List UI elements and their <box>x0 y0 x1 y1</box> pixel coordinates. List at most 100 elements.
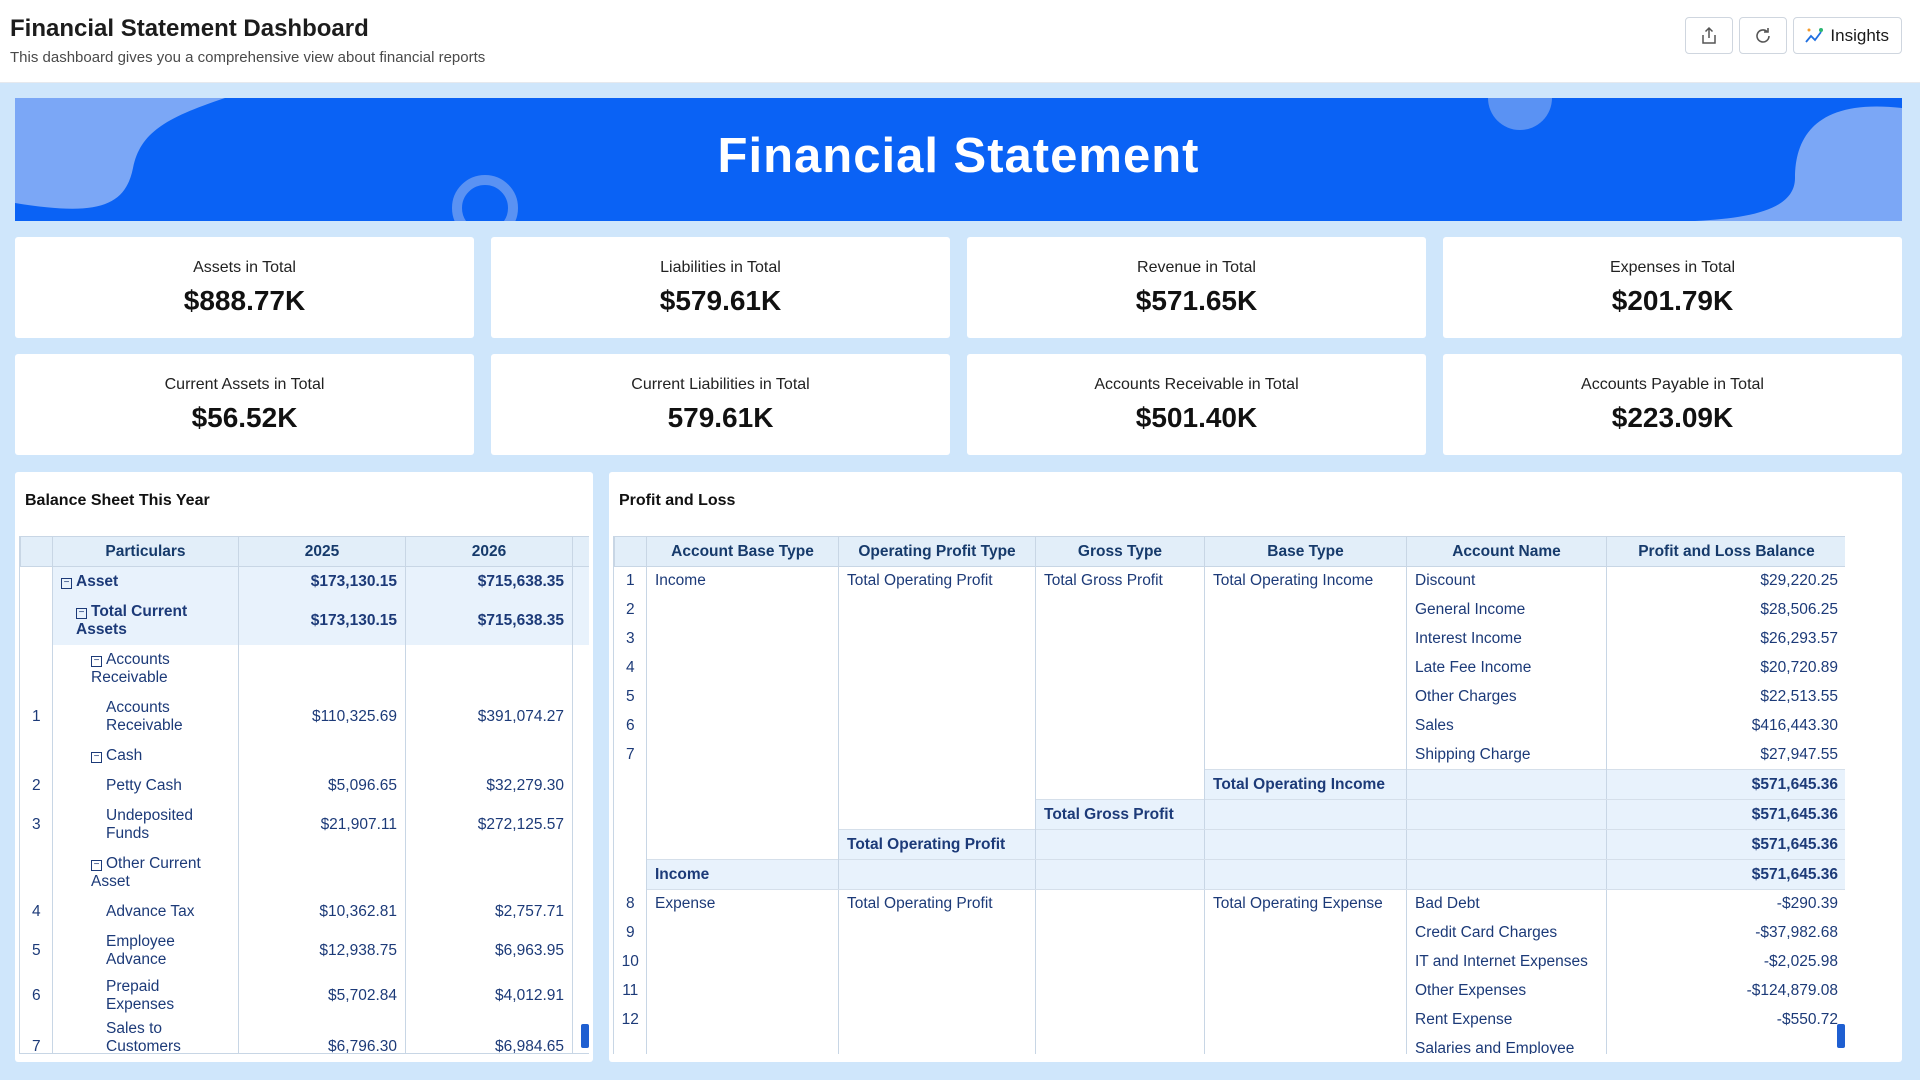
table-group-row[interactable]: − Asset $173,130.15 $715,638.35 <box>20 566 589 597</box>
scroll-handle[interactable] <box>581 1024 589 1048</box>
column-header-rownum <box>20 536 53 567</box>
table-row[interactable]: 7 Sales to Customers (Cash) $6,796.30$6,98… <box>20 1016 589 1053</box>
pl-cell <box>1204 624 1407 654</box>
column-header[interactable]: 2026 <box>405 536 573 567</box>
table-row[interactable]: 2 General Income $28,506.25 <box>614 595 1845 625</box>
pl-cell <box>646 769 839 800</box>
table-row[interactable]: 7 Shipping Charge $27,947.55 <box>614 740 1845 770</box>
table-row[interactable]: 6 Sales $416,443.30 <box>614 711 1845 741</box>
table-subtotal-row[interactable]: Total Gross Profit $571,645.36 <box>614 799 1845 830</box>
pl-cell: Shipping Charge <box>1406 740 1607 770</box>
value-cell: $272,125.57 <box>405 800 573 849</box>
kpi-value: 579.61K <box>667 402 774 433</box>
pl-cell <box>1204 976 1407 1006</box>
collapse-toggle-icon[interactable]: − <box>76 607 87 619</box>
pl-cell <box>1204 799 1407 830</box>
row-number <box>614 829 647 860</box>
kpi-expenses[interactable]: Expenses in Total $201.79K <box>1443 237 1902 338</box>
row-number: 2 <box>20 770 53 801</box>
table-row[interactable]: − Cash <box>20 740 589 771</box>
column-header[interactable]: Base Type <box>1204 536 1407 567</box>
table-row[interactable]: Salaries and Employee <box>614 1034 1845 1054</box>
kpi-accounts-receivable[interactable]: Accounts Receivable in Total $501.40K <box>967 354 1426 455</box>
column-header[interactable]: Particulars <box>52 536 239 567</box>
spacer-cell <box>572 770 589 801</box>
collapse-toggle-icon[interactable]: − <box>91 859 102 871</box>
pl-cell <box>1204 918 1407 948</box>
profit-loss-table-wrap[interactable]: Account Base Type Operating Profit Type … <box>613 536 1845 1054</box>
kpi-accounts-payable[interactable]: Accounts Payable in Total $223.09K <box>1443 354 1902 455</box>
kpi-current-liabilities[interactable]: Current Liabilities in Total 579.61K <box>491 354 950 455</box>
table-row[interactable]: 5 Employee Advance $12,938.75 $6,963.95 <box>20 926 589 975</box>
insights-button[interactable]: Insights <box>1793 17 1902 54</box>
table-row[interactable]: 9 Credit Card Charges -$37,982.68 <box>614 918 1845 948</box>
scroll-handle[interactable] <box>1837 1024 1845 1048</box>
column-header[interactable]: 2025 <box>238 536 406 567</box>
table-subtotal-row[interactable]: Income $571,645.36 <box>614 859 1845 890</box>
kpi-current-assets[interactable]: Current Assets in Total $56.52K <box>15 354 474 455</box>
pl-cell <box>1406 859 1607 890</box>
table-row[interactable]: 3 Interest Income $26,293.57 <box>614 624 1845 654</box>
column-header[interactable]: Profit and Loss Balance <box>1606 536 1845 567</box>
kpi-value: $501.40K <box>1135 402 1258 433</box>
table-row[interactable]: − Other Current Asset <box>20 848 589 897</box>
balance-sheet-table-wrap[interactable]: Particulars 2025 2026 − Asset $173,130.15 $… <box>19 536 589 1054</box>
row-number <box>20 596 53 645</box>
kpi-liabilities[interactable]: Liabilities in Total $579.61K <box>491 237 950 338</box>
particulars-cell: Sales to Customers (Cash) <box>52 1016 239 1053</box>
balance-cell: -$2,025.98 <box>1606 947 1845 977</box>
row-number <box>614 799 647 830</box>
table-row[interactable]: 8 Expense Total Operating Profit Total Oper… <box>614 889 1845 919</box>
row-number: 1 <box>20 692 53 741</box>
table-row[interactable]: 6 Prepaid Expenses $5,702.84 $4,012.91 <box>20 974 589 1017</box>
table-row[interactable]: − Accounts Receivable <box>20 644 589 693</box>
table-row[interactable]: 10 IT and Internet Expenses -$2,025.98 <box>614 947 1845 977</box>
table-row[interactable]: 4 Advance Tax $10,362.81 $2,757.71 <box>20 896 589 927</box>
pl-cell <box>838 1005 1036 1035</box>
row-number: 6 <box>20 974 53 1017</box>
kpi-revenue[interactable]: Revenue in Total $571.65K <box>967 237 1426 338</box>
pl-cell <box>1035 829 1205 860</box>
table-row[interactable]: 2 Petty Cash $5,096.65 $32,279.30 <box>20 770 589 801</box>
pl-cell <box>1406 799 1607 830</box>
refresh-button[interactable] <box>1739 17 1788 54</box>
share-button[interactable] <box>1685 17 1734 54</box>
column-header[interactable]: Operating Profit Type <box>838 536 1036 567</box>
table-row[interactable]: 11 Other Expenses -$124,879.08 <box>614 976 1845 1006</box>
pl-cell <box>646 1005 839 1035</box>
table-row[interactable]: 5 Other Charges $22,513.55 <box>614 682 1845 712</box>
kpi-label: Current Assets in Total <box>164 376 325 393</box>
pl-cell <box>1035 740 1205 770</box>
value-cell: $5,096.65 <box>238 770 406 801</box>
kpi-label: Current Liabilities in Total <box>631 376 810 393</box>
table-subtotal-row[interactable]: Total Operating Income $571,645.36 <box>614 769 1845 800</box>
table-row[interactable]: 4 Late Fee Income $20,720.89 <box>614 653 1845 683</box>
table-row[interactable]: 12 Rent Expense -$550.72 <box>614 1005 1845 1035</box>
column-header[interactable]: Account Name <box>1406 536 1607 567</box>
kpi-value: $888.77K <box>183 285 306 316</box>
value-cell <box>405 740 573 771</box>
row-number: 6 <box>614 711 647 741</box>
table-group-row[interactable]: − Total Current Assets $173,130.15 $715,638… <box>20 596 589 645</box>
table-row[interactable]: 3 Undeposited Funds $21,907.11 $272,125.57 <box>20 800 589 849</box>
collapse-toggle-icon[interactable]: − <box>91 751 102 763</box>
kpi-value: $56.52K <box>191 402 298 433</box>
column-header[interactable]: Gross Type <box>1035 536 1205 567</box>
kpi-assets[interactable]: Assets in Total $888.77K <box>15 237 474 338</box>
column-header-rownum <box>614 536 647 567</box>
pl-cell <box>838 595 1036 625</box>
value-cell <box>405 644 573 693</box>
kpi-label: Accounts Payable in Total <box>1581 376 1764 393</box>
spacer-cell <box>572 800 589 849</box>
column-header[interactable]: Account Base Type <box>646 536 839 567</box>
balance-cell: -$290.39 <box>1606 889 1845 919</box>
collapse-toggle-icon[interactable]: − <box>61 577 72 589</box>
pl-cell <box>838 740 1036 770</box>
table-subtotal-row[interactable]: Total Operating Profit $571,645.36 <box>614 829 1845 860</box>
table-row[interactable]: 1 Income Total Operating Profit Total Gross… <box>614 566 1845 596</box>
collapse-toggle-icon[interactable]: − <box>91 655 102 667</box>
row-number: 10 <box>614 947 647 977</box>
table-row[interactable]: 1 Accounts Receivable $110,325.69 $391,074.… <box>20 692 589 741</box>
pl-cell <box>646 918 839 948</box>
pl-cell <box>1035 889 1205 919</box>
